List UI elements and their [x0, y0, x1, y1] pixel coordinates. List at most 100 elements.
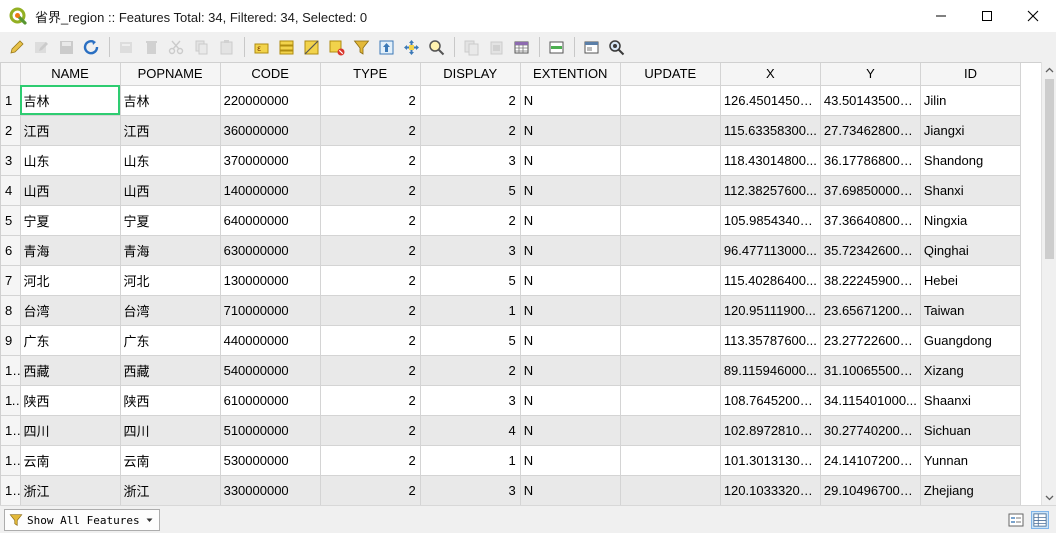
- filter-select-button[interactable]: [351, 36, 372, 58]
- cell-x[interactable]: 108.76452000...: [720, 385, 821, 416]
- cell-x[interactable]: 126.45014500...: [720, 85, 821, 116]
- cell-id[interactable]: Ningxia: [920, 205, 1022, 236]
- cell-x[interactable]: 115.40286400...: [720, 265, 821, 296]
- cell-update[interactable]: [620, 415, 721, 446]
- cell-update[interactable]: [620, 355, 721, 386]
- cell-type[interactable]: 2: [320, 145, 421, 176]
- move-selection-top-button[interactable]: [376, 36, 397, 58]
- cell-type[interactable]: 2: [320, 385, 421, 416]
- cell-id[interactable]: Zhejiang: [920, 475, 1022, 505]
- cell-id[interactable]: Guangdong: [920, 325, 1022, 356]
- cell-id[interactable]: Shandong: [920, 145, 1022, 176]
- reload-table-button[interactable]: [81, 36, 102, 58]
- row-number[interactable]: 5: [1, 205, 21, 236]
- delete-feature-button[interactable]: [141, 36, 162, 58]
- table-row[interactable]: 9 广东 广东 440000000 2 5 N 113.35787600... 23.27722…: [1, 325, 1022, 356]
- cell-type[interactable]: 2: [320, 325, 421, 356]
- table-row[interactable]: 7 河北 河北 130000000 2 5 N 115.40286400... 38.22245…: [1, 265, 1022, 296]
- column-header-name[interactable]: NAME: [20, 63, 121, 86]
- row-number[interactable]: 1: [1, 85, 21, 116]
- form-view-button[interactable]: [1007, 511, 1025, 529]
- scroll-down-button[interactable]: [1042, 490, 1056, 505]
- row-number[interactable]: 7: [1, 265, 21, 296]
- cell-display[interactable]: 5: [420, 325, 521, 356]
- cell-display[interactable]: 1: [420, 445, 521, 476]
- cell-update[interactable]: [620, 115, 721, 146]
- column-header-popname[interactable]: POPNAME: [120, 63, 221, 86]
- column-header-type[interactable]: TYPE: [320, 63, 421, 86]
- table-row[interactable]: 1 吉林 吉林 220000000 2 2 N 126.45014500... 43.50143…: [1, 85, 1022, 116]
- row-number[interactable]: 14: [1, 475, 21, 505]
- cell-x[interactable]: 105.98543400...: [720, 205, 821, 236]
- table-row[interactable]: 6 青海 青海 630000000 2 3 N 96.477113000... 35.72342…: [1, 235, 1022, 266]
- cell-code[interactable]: 360000000: [220, 115, 321, 146]
- table-row[interactable]: 3 山东 山东 370000000 2 3 N 118.43014800... 36.17786…: [1, 145, 1022, 176]
- cell-y[interactable]: 36.177868000...: [820, 145, 921, 176]
- table-row[interactable]: 2 江西 江西 360000000 2 2 N 115.63358300... 27.73462…: [1, 115, 1022, 146]
- cell-code[interactable]: 630000000: [220, 235, 321, 266]
- row-number[interactable]: 11: [1, 385, 21, 416]
- cell-name[interactable]: 青海: [20, 235, 121, 266]
- invert-selection-button[interactable]: [301, 36, 322, 58]
- cell-type[interactable]: 2: [320, 175, 421, 206]
- toggle-editing-button[interactable]: [6, 36, 27, 58]
- cell-x[interactable]: 96.477113000...: [720, 235, 821, 266]
- cell-display[interactable]: 3: [420, 145, 521, 176]
- table-row[interactable]: 4 山西 山西 140000000 2 5 N 112.38257600... 37.69850…: [1, 175, 1022, 206]
- pan-to-selected-button[interactable]: [401, 36, 422, 58]
- actions-button[interactable]: [606, 36, 627, 58]
- close-button[interactable]: [1010, 0, 1056, 32]
- cell-extention[interactable]: N: [520, 115, 621, 146]
- cell-name[interactable]: 浙江: [20, 475, 121, 505]
- cell-name[interactable]: 宁夏: [20, 205, 121, 236]
- cell-display[interactable]: 3: [420, 475, 521, 505]
- cell-name[interactable]: 江西: [20, 115, 121, 146]
- cell-name[interactable]: 河北: [20, 265, 121, 296]
- cell-code[interactable]: 370000000: [220, 145, 321, 176]
- save-edits-button[interactable]: [56, 36, 77, 58]
- cell-x[interactable]: 120.10333200...: [720, 475, 821, 505]
- cell-extention[interactable]: N: [520, 325, 621, 356]
- row-number[interactable]: 12: [1, 415, 21, 446]
- cell-extention[interactable]: N: [520, 145, 621, 176]
- corner-header[interactable]: [1, 63, 21, 86]
- cell-extention[interactable]: N: [520, 385, 621, 416]
- cell-update[interactable]: [620, 385, 721, 416]
- cell-popname[interactable]: 江西: [120, 115, 221, 146]
- cell-y[interactable]: 34.115401000...: [820, 385, 921, 416]
- cell-update[interactable]: [620, 205, 721, 236]
- cell-id[interactable]: Xizang: [920, 355, 1022, 386]
- cell-popname[interactable]: 台湾: [120, 295, 221, 326]
- multi-edit-button[interactable]: [31, 36, 52, 58]
- add-feature-button[interactable]: [116, 36, 137, 58]
- cell-id[interactable]: Jilin: [920, 85, 1022, 116]
- cell-extention[interactable]: N: [520, 415, 621, 446]
- cell-code[interactable]: 530000000: [220, 445, 321, 476]
- table-row[interactable]: 11 陕西 陕西 610000000 2 3 N 108.76452000... 34.1154…: [1, 385, 1022, 416]
- column-header-extention[interactable]: EXTENTION: [520, 63, 621, 86]
- table-row[interactable]: 13 云南 云南 530000000 2 1 N 101.30131300... 24.1410…: [1, 445, 1022, 476]
- cell-popname[interactable]: 广东: [120, 325, 221, 356]
- cell-type[interactable]: 2: [320, 115, 421, 146]
- cell-popname[interactable]: 陕西: [120, 385, 221, 416]
- cell-update[interactable]: [620, 145, 721, 176]
- deselect-all-button[interactable]: [326, 36, 347, 58]
- dock-undock-button[interactable]: [581, 36, 602, 58]
- cell-x[interactable]: 113.35787600...: [720, 325, 821, 356]
- cell-display[interactable]: 2: [420, 115, 521, 146]
- cell-x[interactable]: 112.38257600...: [720, 175, 821, 206]
- cell-type[interactable]: 2: [320, 475, 421, 505]
- cell-id[interactable]: Shaanxi: [920, 385, 1022, 416]
- cell-extention[interactable]: N: [520, 235, 621, 266]
- cell-x[interactable]: 118.43014800...: [720, 145, 821, 176]
- cell-display[interactable]: 3: [420, 235, 521, 266]
- table-row[interactable]: 14 浙江 浙江 330000000 2 3 N 120.10333200... 29.1049…: [1, 475, 1022, 505]
- cell-id[interactable]: Shanxi: [920, 175, 1022, 206]
- cell-x[interactable]: 102.89728100...: [720, 415, 821, 446]
- cell-y[interactable]: 37.366408000...: [820, 205, 921, 236]
- field-calculator-button[interactable]: [511, 36, 532, 58]
- cell-extention[interactable]: N: [520, 445, 621, 476]
- cell-type[interactable]: 2: [320, 355, 421, 386]
- column-header-x[interactable]: X: [720, 63, 821, 86]
- cell-code[interactable]: 710000000: [220, 295, 321, 326]
